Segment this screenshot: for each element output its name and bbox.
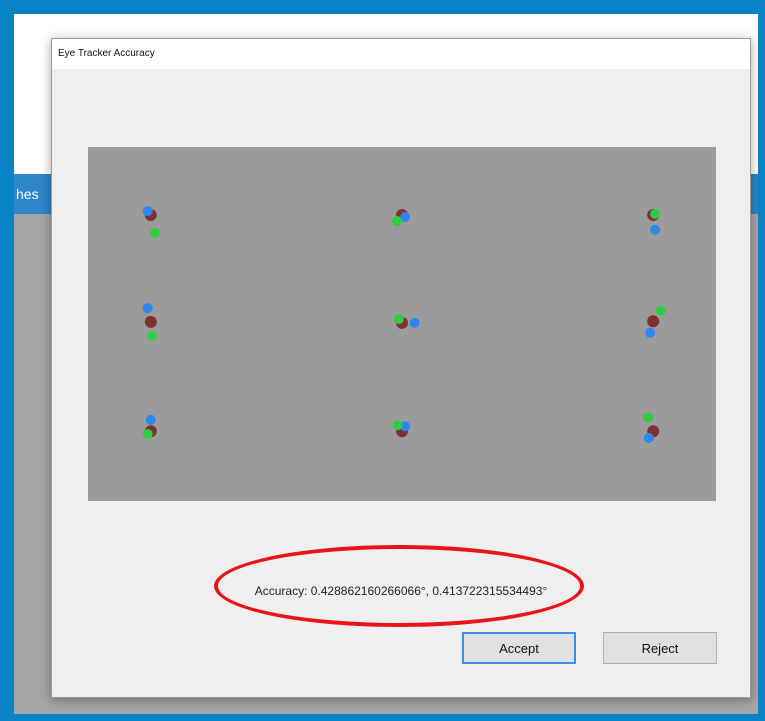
background-strip-text: hes — [16, 186, 39, 202]
calibration-plot — [88, 147, 716, 501]
dialog-titlebar[interactable]: Eye Tracker Accuracy — [52, 39, 750, 69]
target-point-3 — [144, 315, 157, 328]
target-point-5 — [647, 315, 660, 328]
gaze-point-green-2 — [650, 208, 661, 219]
dialog-title: Eye Tracker Accuracy — [58, 48, 155, 59]
calibration-plot-svg — [142, 206, 666, 443]
gaze-point-green-6 — [142, 429, 153, 440]
gaze-point-green-1 — [392, 216, 402, 226]
gaze-point-blue-8 — [643, 433, 654, 443]
gaze-point-blue-0 — [142, 206, 153, 217]
gaze-point-blue-6 — [145, 414, 156, 425]
gaze-point-blue-5 — [645, 327, 656, 338]
gaze-point-green-4 — [393, 314, 404, 324]
gaze-point-green-7 — [392, 420, 403, 431]
reject-button[interactable]: Reject — [603, 632, 717, 664]
accept-button[interactable]: Accept — [462, 632, 576, 664]
gaze-point-green-8 — [643, 412, 654, 423]
gaze-point-blue-2 — [650, 224, 661, 235]
gaze-point-blue-4 — [409, 317, 420, 328]
accuracy-readout: Accuracy: 0.428862160266066°, 0.41372231… — [254, 584, 548, 598]
accuracy-dialog: Eye Tracker Accuracy Accuracy: 0.4288621… — [51, 38, 751, 698]
gaze-point-green-3 — [147, 331, 158, 341]
gaze-point-blue-3 — [142, 303, 153, 314]
gaze-point-green-5 — [655, 305, 666, 316]
gaze-point-green-0 — [150, 228, 161, 238]
